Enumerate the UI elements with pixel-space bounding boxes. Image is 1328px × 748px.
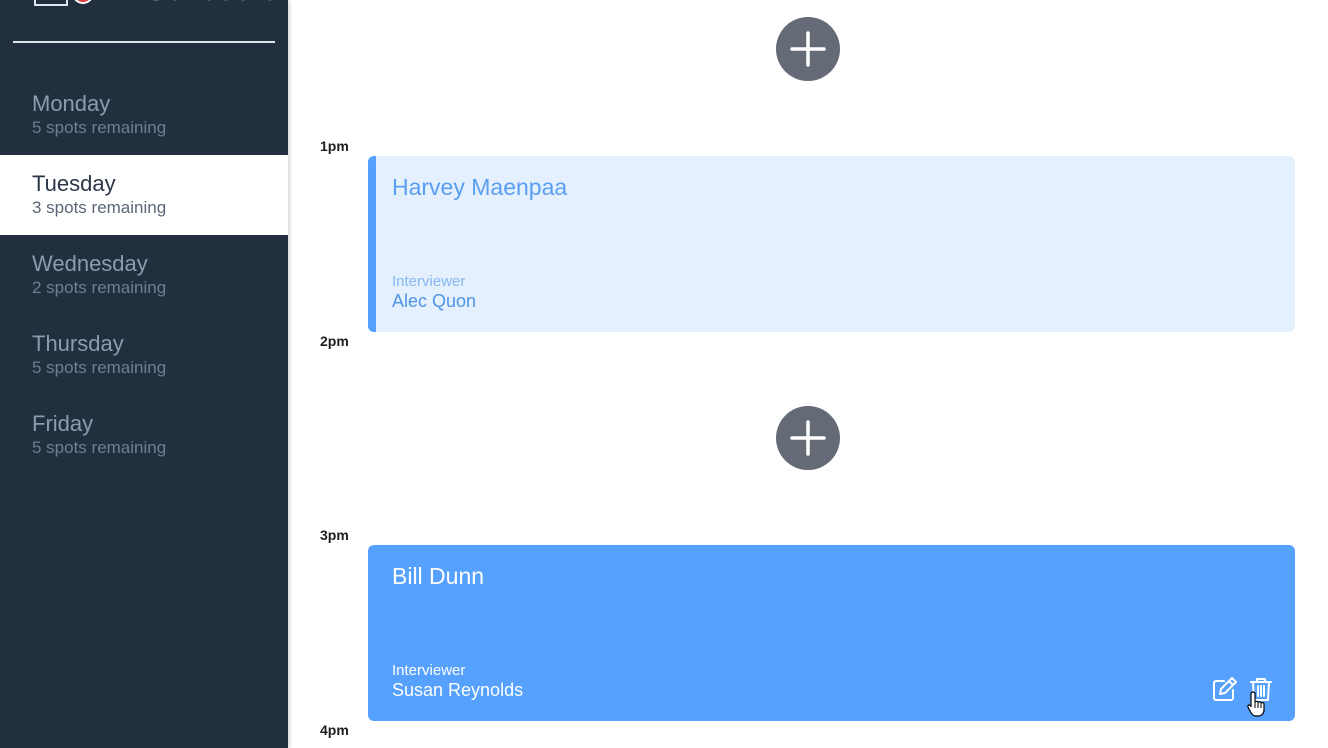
day-item-tuesday[interactable]: Tuesday 3 spots remaining xyxy=(0,155,288,235)
day-spots: 3 spots remaining xyxy=(32,198,167,217)
appointment-card[interactable]: Bill Dunn Interviewer Susan Reynolds xyxy=(368,545,1295,721)
interviewer-label: Interviewer xyxy=(392,273,466,290)
day-name: Friday xyxy=(32,411,94,436)
day-item-wednesday[interactable]: Wednesday 2 spots remaining xyxy=(0,235,288,315)
logo-icon xyxy=(34,0,98,8)
time-label: 2pm xyxy=(320,333,349,349)
plus-icon xyxy=(790,31,826,67)
schedule-main: 1pm Harvey Maenpaa Interviewer Alec Quon… xyxy=(288,0,1328,748)
day-spots: 2 spots remaining xyxy=(32,278,167,297)
edit-icon[interactable] xyxy=(1211,675,1239,703)
add-appointment-button[interactable] xyxy=(776,17,840,81)
sidebar: Scheduler Monday 5 spots remaining Tuesd… xyxy=(0,0,289,748)
day-list: Monday 5 spots remaining Tuesday 3 spots… xyxy=(0,75,288,475)
plus-icon xyxy=(790,420,826,456)
time-label: 1pm xyxy=(320,138,349,154)
day-name: Monday xyxy=(32,91,111,116)
hand-cursor-icon xyxy=(1247,691,1265,717)
appointment-card[interactable]: Harvey Maenpaa Interviewer Alec Quon xyxy=(368,156,1295,332)
app-title: Scheduler xyxy=(146,0,290,8)
add-appointment-button[interactable] xyxy=(776,406,840,470)
day-item-friday[interactable]: Friday 5 spots remaining xyxy=(0,395,288,475)
interviewer-name: Susan Reynolds xyxy=(392,680,524,700)
interviewer-name: Alec Quon xyxy=(392,291,477,311)
day-item-thursday[interactable]: Thursday 5 spots remaining xyxy=(0,315,288,395)
day-spots: 5 spots remaining xyxy=(32,118,167,137)
brand: Scheduler xyxy=(34,0,289,10)
day-name: Tuesday xyxy=(32,171,116,196)
student-name: Harvey Maenpaa xyxy=(392,174,568,200)
day-name: Wednesday xyxy=(32,251,148,276)
interviewer-label: Interviewer xyxy=(392,662,466,679)
day-name: Thursday xyxy=(32,331,124,356)
time-label: 3pm xyxy=(320,527,349,543)
day-item-monday[interactable]: Monday 5 spots remaining xyxy=(0,75,288,155)
day-spots: 5 spots remaining xyxy=(32,438,167,457)
day-spots: 5 spots remaining xyxy=(32,358,167,377)
student-name: Bill Dunn xyxy=(392,563,485,589)
time-label: 4pm xyxy=(320,722,349,738)
sidebar-divider xyxy=(13,41,275,43)
